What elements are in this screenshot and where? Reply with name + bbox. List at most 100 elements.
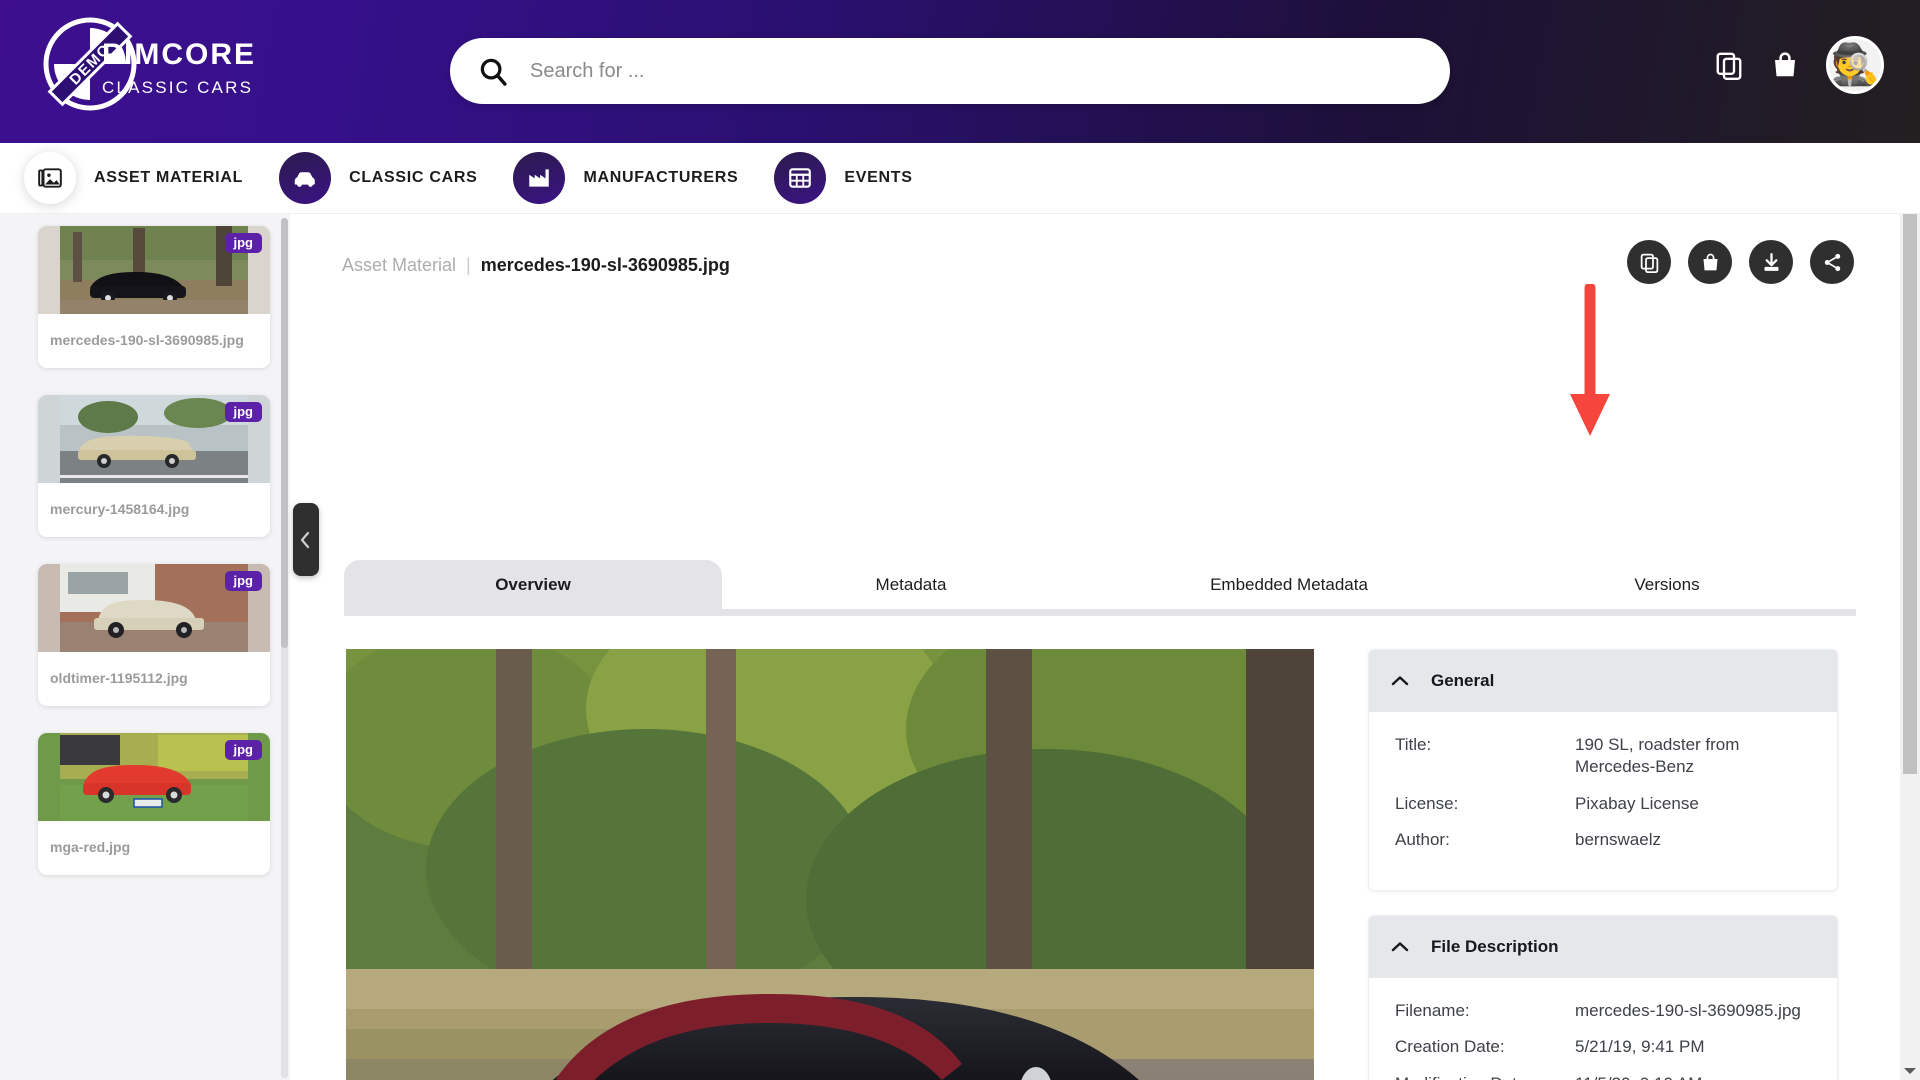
search-icon xyxy=(480,58,507,86)
tab-metadata[interactable]: Metadata xyxy=(722,560,1100,609)
asset-preview-image xyxy=(346,649,1314,1080)
tab-overview-label: Overview xyxy=(495,574,571,594)
download-icon xyxy=(1764,252,1778,271)
asset-filename: mercury-1458164.jpg xyxy=(50,501,190,517)
detail-label: License: xyxy=(1395,793,1459,813)
brand-logo[interactable]: DEMO PIMCORE CLASSIC CARS xyxy=(22,4,254,124)
detail-row: Title: 190 SL, roadster from Mercedes-Be… xyxy=(1395,734,1811,779)
chevron-up-icon xyxy=(1391,676,1409,686)
search-input[interactable] xyxy=(530,59,1422,83)
asset-detail-panels: General Title: 190 SL, roadster from Mer… xyxy=(1368,649,1838,1080)
brand-text: PIMCORE CLASSIC CARS xyxy=(102,40,256,98)
list-item[interactable]: jpg mga-red.jpg xyxy=(38,733,270,875)
breadcrumb-separator: | xyxy=(466,255,471,275)
calendar-icon xyxy=(789,168,812,188)
global-search[interactable] xyxy=(450,38,1450,104)
panel-file-description-title: File Description xyxy=(1431,936,1559,956)
nav-label-manufacturers: MANUFACTURERS xyxy=(583,169,739,186)
asset-filename: oldtimer-1195112.jpg xyxy=(50,670,188,686)
panel-general-title: General xyxy=(1431,671,1495,690)
add-to-bag-button[interactable] xyxy=(1688,240,1732,284)
panel-file-description: File Description Filename: mercedes-190-… xyxy=(1368,914,1838,1080)
download-button[interactable] xyxy=(1749,240,1793,284)
images-icon xyxy=(38,168,62,188)
nav-item-asset-material[interactable]: ASSET MATERIAL xyxy=(24,152,243,204)
nav-item-manufacturers[interactable]: MANUFACTURERS xyxy=(513,152,738,204)
factory-icon xyxy=(529,169,550,187)
nav-label-classic-cars: CLASSIC CARS xyxy=(349,169,478,186)
list-item[interactable]: jpg mercedes-190-sl-3690985.jpg xyxy=(38,226,270,368)
detail-row: Modification Date: 11/5/20, 9:10 AM xyxy=(1395,1073,1811,1080)
tab-embedded-metadata[interactable]: Embedded Metadata xyxy=(1100,560,1478,609)
file-type-badge: jpg xyxy=(224,233,262,253)
copy-icon xyxy=(1640,253,1658,273)
asset-filename: mga-red.jpg xyxy=(50,839,131,855)
avatar[interactable]: 🕵 xyxy=(1826,36,1884,94)
panel-file-description-header[interactable]: File Description xyxy=(1369,915,1837,978)
detail-value: Pixabay License xyxy=(1575,793,1699,813)
app-header: DEMO PIMCORE CLASSIC CARS 🕵 xyxy=(0,0,1920,143)
panel-general-header[interactable]: General xyxy=(1369,650,1837,712)
nav-label-asset-material: ASSET MATERIAL xyxy=(94,169,244,186)
page-scrollbar-thumb[interactable] xyxy=(1903,214,1917,774)
file-type-badge: jpg xyxy=(224,740,262,760)
asset-thumbnail: jpg xyxy=(38,395,270,483)
share-icon xyxy=(1824,253,1840,271)
nav-bubble-events xyxy=(774,152,827,204)
nav-label-events: EVENTS xyxy=(844,169,913,186)
detail-label: Creation Date: xyxy=(1395,1037,1505,1057)
detail-value: mercedes-190-sl-3690985.jpg xyxy=(1575,1000,1801,1020)
nav-item-classic-cars[interactable]: CLASSIC CARS xyxy=(279,152,477,204)
asset-toolbar xyxy=(1627,240,1854,284)
asset-sidebar[interactable]: jpg mercedes-190-sl-3690985.jpg jpg merc… xyxy=(0,214,290,1080)
detail-value: 5/21/19, 9:41 PM xyxy=(1575,1037,1705,1057)
panel-general-body: Title: 190 SL, roadster from Mercedes-Be… xyxy=(1369,712,1837,890)
nav-bubble-manufacturers xyxy=(513,152,566,204)
detail-value: 11/5/20, 9:10 AM xyxy=(1575,1073,1702,1080)
tab-versions-label: Versions xyxy=(1634,574,1700,594)
detail-label: Modification Date: xyxy=(1395,1073,1575,1080)
file-type-badge: jpg xyxy=(224,402,262,422)
file-type-badge: jpg xyxy=(224,571,262,591)
copy-icon[interactable] xyxy=(1714,50,1744,80)
detail-row: Creation Date: 5/21/19, 9:41 PM xyxy=(1395,1036,1811,1058)
nav-bubble-classic-cars xyxy=(279,152,332,204)
tab-overview[interactable]: Overview xyxy=(344,560,722,609)
main-content: Asset Material | mercedes-190-sl-3690985… xyxy=(310,214,1902,1080)
list-item[interactable]: jpg oldtimer-1195112.jpg xyxy=(38,564,270,706)
bag-icon[interactable] xyxy=(1770,50,1800,80)
share-button[interactable] xyxy=(1810,240,1854,284)
detail-row: License: Pixabay License xyxy=(1395,793,1811,815)
breadcrumb: Asset Material | mercedes-190-sl-3690985… xyxy=(342,255,730,276)
detail-row: Author: bernswaelz xyxy=(1395,829,1811,851)
nav-item-events[interactable]: EVENTS xyxy=(774,152,912,204)
overview-content: General Title: 190 SL, roadster from Mer… xyxy=(310,634,1902,1080)
asset-tabs: Overview Metadata Embedded Metadata Vers… xyxy=(344,560,1856,616)
main-navigation: ASSET MATERIAL CLASSIC CARS MANUFACTURER… xyxy=(0,143,1920,214)
nav-bubble-asset-material xyxy=(24,152,76,204)
tab-metadata-label: Metadata xyxy=(875,574,947,594)
chevron-up-icon xyxy=(1391,942,1409,951)
detail-label: Title: xyxy=(1395,735,1432,754)
sidebar-scrollbar-thumb[interactable] xyxy=(281,218,288,648)
page-scrollbar[interactable] xyxy=(1900,214,1920,1080)
chevron-left-icon xyxy=(300,531,310,548)
list-item[interactable]: jpg mercury-1458164.jpg xyxy=(38,395,270,537)
sidebar-collapse-handle[interactable] xyxy=(293,503,319,576)
scroll-down-arrow-icon[interactable] xyxy=(1904,1068,1916,1074)
panel-general: General Title: 190 SL, roadster from Mer… xyxy=(1368,649,1838,891)
tab-embedded-metadata-label: Embedded Metadata xyxy=(1210,574,1368,594)
breadcrumb-current: mercedes-190-sl-3690985.jpg xyxy=(480,255,730,275)
tab-versions[interactable]: Versions xyxy=(1478,560,1856,609)
asset-filename: mercedes-190-sl-3690985.jpg xyxy=(50,332,244,348)
copy-button[interactable] xyxy=(1627,240,1671,284)
asset-preview[interactable] xyxy=(346,649,1314,1080)
car-icon xyxy=(294,172,315,187)
avatar-glyph: 🕵 xyxy=(1830,43,1880,87)
detail-value: bernswaelz xyxy=(1575,830,1661,850)
sidebar-scrollbar[interactable] xyxy=(281,218,288,1078)
breadcrumb-parent[interactable]: Asset Material xyxy=(342,255,456,276)
detail-row: Filename: mercedes-190-sl-3690985.jpg xyxy=(1395,1000,1811,1022)
bag-icon xyxy=(1703,253,1717,270)
panel-file-description-body: Filename: mercedes-190-sl-3690985.jpg Cr… xyxy=(1369,978,1837,1080)
